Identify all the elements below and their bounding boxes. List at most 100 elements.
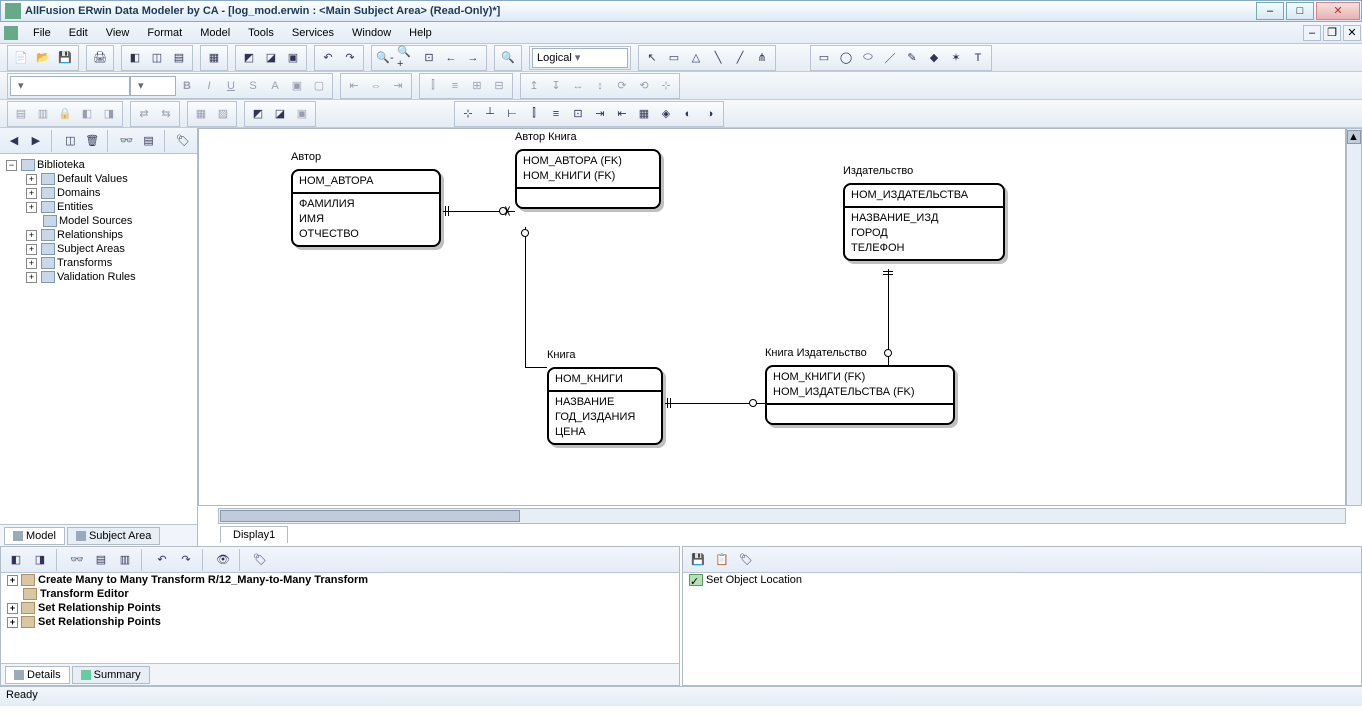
rel-nonident-icon[interactable]: ╱	[729, 47, 751, 69]
advisory-list[interactable]: ✓Set Object Location	[683, 573, 1361, 685]
menu-model[interactable]: Model	[191, 25, 239, 41]
shape-text-icon[interactable]: T	[967, 47, 989, 69]
act-c-icon[interactable]: ▤	[90, 549, 112, 571]
expl-filter-icon[interactable]: ▤	[139, 130, 159, 152]
tree-item-model-sources[interactable]: Model Sources	[2, 214, 195, 228]
model-level-select[interactable]: Logical	[532, 48, 628, 68]
tab-subject-area[interactable]: Subject Area	[67, 527, 160, 545]
collapse-icon[interactable]: −	[6, 160, 17, 171]
italic-icon[interactable]: I	[198, 75, 220, 97]
tab-details[interactable]: Details	[5, 666, 70, 684]
expl-fwd-icon[interactable]: ▶	[26, 130, 46, 152]
bold-icon[interactable]: B	[176, 75, 198, 97]
layers-icon[interactable]: ▦	[203, 47, 225, 69]
menu-view[interactable]: View	[97, 25, 139, 41]
dist-v-icon[interactable]: ≡	[444, 75, 466, 97]
align-icon[interactable]: ◩	[238, 47, 260, 69]
tool-b-icon[interactable]: ◫	[146, 47, 168, 69]
tr-e-icon[interactable]: ◨	[98, 103, 120, 125]
mdi-restore[interactable]: ❐	[1323, 25, 1341, 41]
lay-b-icon[interactable]: ┴	[479, 103, 501, 125]
expand-icon[interactable]: +	[26, 230, 37, 241]
entity-icon[interactable]: ▭	[663, 47, 685, 69]
scroll-up-icon[interactable]: ▲	[1347, 130, 1361, 144]
lay-d-icon[interactable]: ⫿	[523, 103, 545, 125]
align-left-icon[interactable]: ⇤	[343, 75, 365, 97]
adv-copy-icon[interactable]: 📋	[711, 549, 733, 571]
expl-tag-icon[interactable]: 🏷	[173, 130, 193, 152]
shape-star-icon[interactable]: ✶	[945, 47, 967, 69]
rotate-ccw-icon[interactable]: ⟲	[633, 75, 655, 97]
act-redo-icon[interactable]: ↷	[175, 549, 197, 571]
lay-e-icon[interactable]: ≡	[545, 103, 567, 125]
tr-d-icon[interactable]: ◧	[76, 103, 98, 125]
expand-icon[interactable]: +	[26, 272, 37, 283]
act-find-icon[interactable]: 👓	[66, 549, 88, 571]
close-button[interactable]: ✕	[1316, 2, 1360, 20]
lay-a-icon[interactable]: ⊹	[457, 103, 479, 125]
expand-icon[interactable]: +	[7, 617, 18, 628]
menu-edit[interactable]: Edit	[60, 25, 97, 41]
mdi-minimize[interactable]: –	[1303, 25, 1321, 41]
expl-del-icon[interactable]: 🗑	[82, 130, 102, 152]
print-icon[interactable]: 🖨	[89, 47, 111, 69]
diagram-canvas[interactable]: Автор НОМ_АВТОРА ФАМИЛИЯ ИМЯ ОТЧЕСТВО Ав…	[198, 128, 1346, 506]
zoom-next-icon[interactable]: →	[462, 47, 484, 69]
menu-format[interactable]: Format	[138, 25, 191, 41]
view-icon[interactable]: ◪	[260, 47, 282, 69]
lay-h-icon[interactable]: ⇤	[611, 103, 633, 125]
action-row[interactable]: +Set Relationship Points	[1, 615, 679, 629]
tree-item-relationships[interactable]: +Relationships	[2, 228, 195, 242]
snap-icon[interactable]: ⊹	[655, 75, 677, 97]
lay-i-icon[interactable]: ▦	[633, 103, 655, 125]
minimize-button[interactable]: –	[1256, 2, 1284, 20]
tr-g-icon[interactable]: ⇆	[155, 103, 177, 125]
advisory-row[interactable]: ✓Set Object Location	[683, 573, 1361, 587]
act-undo-icon[interactable]: ↶	[151, 549, 173, 571]
lay-f-icon[interactable]: ⊡	[567, 103, 589, 125]
entity-avtor[interactable]: Автор НОМ_АВТОРА ФАМИЛИЯ ИМЯ ОТЧЕСТВО	[291, 169, 441, 247]
menu-services[interactable]: Services	[283, 25, 343, 41]
send-back-icon[interactable]: ↧	[545, 75, 567, 97]
tab-model[interactable]: Model	[4, 527, 65, 545]
tr-f-icon[interactable]: ⇄	[133, 103, 155, 125]
lay-g-icon[interactable]: ⇥	[589, 103, 611, 125]
shape-round-icon[interactable]: ◯	[835, 47, 857, 69]
act-a-icon[interactable]: ◧	[5, 549, 27, 571]
lay-c-icon[interactable]: ⊢	[501, 103, 523, 125]
lay-j-icon[interactable]: ◈	[655, 103, 677, 125]
tr-k-icon[interactable]: ◪	[269, 103, 291, 125]
tr-j-icon[interactable]: ◩	[247, 103, 269, 125]
font-size-select[interactable]	[130, 76, 176, 96]
tree-item-entities[interactable]: +Entities	[2, 200, 195, 214]
adv-save-icon[interactable]: 💾	[687, 549, 709, 571]
shape-poly-icon[interactable]: ◆	[923, 47, 945, 69]
action-row[interactable]: +Create Many to Many Transform R/12_Many…	[1, 573, 679, 587]
tree-item-validation-rules[interactable]: +Validation Rules	[2, 270, 195, 284]
adv-tag-icon[interactable]: 🏷	[735, 549, 757, 571]
tr-i-icon[interactable]: ▨	[212, 103, 234, 125]
tr-b-icon[interactable]: ▥	[32, 103, 54, 125]
zoom-prev-icon[interactable]: ←	[440, 47, 462, 69]
pointer-icon[interactable]: ↖	[641, 47, 663, 69]
tr-h-icon[interactable]: ▦	[190, 103, 212, 125]
action-row[interactable]: +Set Relationship Points	[1, 601, 679, 615]
rotate-icon[interactable]: ⟳	[611, 75, 633, 97]
fill-color-icon[interactable]: ▣	[286, 75, 308, 97]
flip-h-icon[interactable]: ↔	[567, 75, 589, 97]
canvas-vscroll[interactable]: ▲	[1346, 128, 1362, 506]
zoom-out-icon[interactable]: 🔍-	[374, 47, 396, 69]
action-list[interactable]: +Create Many to Many Transform R/12_Many…	[1, 573, 679, 663]
expand-icon[interactable]: +	[26, 174, 37, 185]
new-icon[interactable]: 📄	[10, 47, 32, 69]
tr-l-icon[interactable]: ▣	[291, 103, 313, 125]
tr-c-icon[interactable]: 🔒	[54, 103, 76, 125]
act-tag-icon[interactable]: 🏷	[249, 549, 271, 571]
expand-icon[interactable]: +	[7, 575, 18, 586]
entity-kniga-izdatelstvo[interactable]: Книга Издательство НОМ_КНИГИ (FK) НОМ_ИЗ…	[765, 365, 955, 425]
flip-v-icon[interactable]: ↕	[589, 75, 611, 97]
entity-avtor-kniga[interactable]: Автор Книга НОМ_АВТОРА (FK) НОМ_КНИГИ (F…	[515, 149, 661, 209]
open-icon[interactable]: 📂	[32, 47, 54, 69]
expand-icon[interactable]: +	[26, 188, 37, 199]
tree-item-domains[interactable]: +Domains	[2, 186, 195, 200]
